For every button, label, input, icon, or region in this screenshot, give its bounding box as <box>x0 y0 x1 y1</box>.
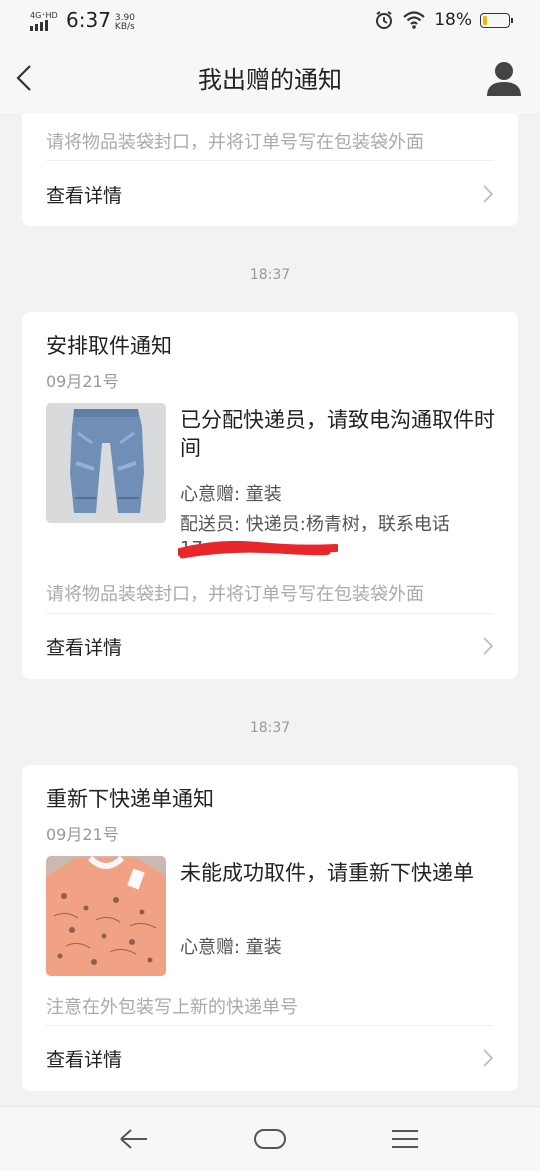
timestamp: 18:37 <box>249 720 291 736</box>
nav-home-button[interactable] <box>250 1123 290 1155</box>
wifi-icon <box>403 11 425 29</box>
status-right: 18% <box>374 10 513 30</box>
card-note: 注意在外包装写上新的快递单号 <box>46 997 298 1018</box>
chevron-left-icon <box>16 65 31 91</box>
divider <box>46 160 494 161</box>
menu-icon <box>392 1130 418 1148</box>
divider <box>46 1025 494 1026</box>
network-type: 4G⁺HD <box>30 11 58 20</box>
nav-menu-button[interactable] <box>385 1123 425 1155</box>
signal-icon <box>30 20 56 31</box>
profile-button[interactable] <box>484 58 524 98</box>
notification-card: 请将物品装袋封口，并将订单号写在包装袋外面 查看详情 <box>22 114 518 226</box>
card-title: 重新下快递单通知 <box>46 787 214 811</box>
divider <box>46 613 494 614</box>
view-details-link[interactable]: 查看详情 <box>46 1038 498 1078</box>
nav-back-button[interactable] <box>115 1123 155 1155</box>
view-details-label: 查看详情 <box>46 636 123 659</box>
status-bar: 4G⁺HD 6:37 3.90 KB/s 18% <box>0 0 540 40</box>
card-note: 请将物品装袋封口，并将订单号写在包装袋外面 <box>46 132 424 153</box>
product-thumbnail[interactable] <box>46 403 166 523</box>
card-note: 请将物品装袋封口，并将订单号写在包装袋外面 <box>46 584 424 605</box>
gift-item: 心意赠: 童装 <box>180 484 282 505</box>
page-title: 我出赠的通知 <box>198 65 342 94</box>
card-date: 09月21号 <box>46 825 119 844</box>
jeans-photo <box>46 403 166 523</box>
back-icon <box>120 1129 147 1149</box>
notification-card: 重新下快递单通知 09月21号 未能成功取件，请重新下快递单 心意赠: 童装 注… <box>22 765 518 1091</box>
user-icon <box>487 62 521 96</box>
view-details-link[interactable]: 查看详情 <box>46 626 498 666</box>
network-speed: 3.90 KB/s <box>114 13 135 32</box>
chevron-right-icon <box>483 637 494 655</box>
clock: 6:37 <box>66 8 111 32</box>
notification-message: 未能成功取件，请重新下快递单 <box>180 861 474 885</box>
view-details-link[interactable]: 查看详情 <box>46 174 498 214</box>
product-thumbnail[interactable] <box>46 856 166 976</box>
battery-icon <box>480 12 513 28</box>
battery-percent: 18% <box>434 10 472 30</box>
gift-item: 心意赠: 童装 <box>180 937 282 958</box>
system-nav-bar <box>0 1106 540 1171</box>
alarm-icon <box>376 11 393 29</box>
status-left: 4G⁺HD 6:37 3.90 KB/s <box>30 8 135 32</box>
header-bar: 我出赠的通知 <box>0 40 540 114</box>
chevron-right-icon <box>483 185 494 203</box>
card-title: 安排取件通知 <box>46 334 172 358</box>
notification-card: 安排取件通知 09月21号 已分配快递员，请致电沟通取件时间 心意赠: 童装 配… <box>22 312 518 679</box>
card-date: 09月21号 <box>46 372 119 391</box>
chevron-right-icon <box>483 1049 494 1067</box>
notification-message: 已分配快递员，请致电沟通取件时间 <box>180 408 495 460</box>
timestamp: 18:37 <box>249 267 291 283</box>
view-details-label: 查看详情 <box>46 1048 123 1071</box>
view-details-label: 查看详情 <box>46 184 123 207</box>
home-icon <box>254 1129 286 1149</box>
courier-info: 配送员: 快递员:杨青树，联系电话 <box>180 514 450 535</box>
notification-list[interactable]: 请将物品装袋封口，并将订单号写在包装袋外面 查看详情 18:37 安排取件通知 … <box>0 114 540 1106</box>
tshirt-photo <box>46 856 166 976</box>
back-button[interactable] <box>10 58 40 98</box>
redaction-mark <box>178 540 338 559</box>
